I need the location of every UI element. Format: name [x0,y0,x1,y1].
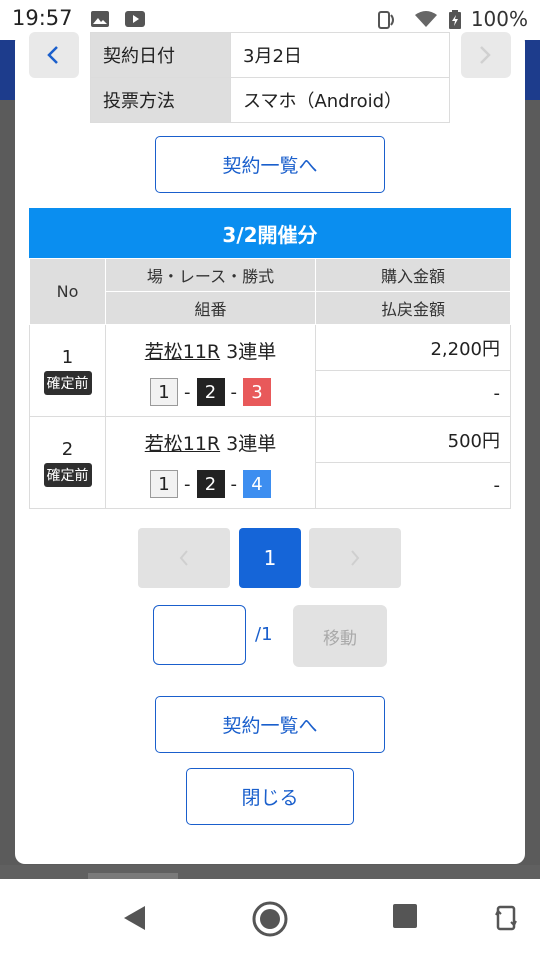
row-number: 2 [61,438,74,460]
prev-contract-button[interactable] [29,32,79,78]
row-number: 1 [61,346,74,368]
page-total: /1 [255,624,273,645]
info-row-date: 契約日付 3月2日 [90,32,450,78]
status-badge: 確定前 [43,462,92,487]
page-current-button[interactable]: 1 [239,528,301,588]
contract-list-button-bottom[interactable]: 契約一覧へ [155,696,385,753]
header-combo: 組番 [105,291,316,325]
header-purchase: 購入金額 [315,258,511,292]
status-time: 19:57 [12,6,73,30]
chevron-left-icon [47,46,58,64]
next-contract-button[interactable] [461,32,511,78]
race-cell: 若松11R 3連単 1 - 2 - 3 [105,324,316,417]
page-number-input[interactable] [153,605,246,665]
boat-number: 2 [196,470,225,498]
battery-percent: 100% [470,7,528,31]
boat-number: 3 [243,378,271,406]
table-row: 2 確定前 若松11R 3連単 1 - 2 - 4 500円 [29,416,511,509]
battery-icon [448,10,468,29]
table-row: 1 確定前 若松11R 3連単 1 - 2 - 3 2,200円 [29,324,511,417]
bet-type: 3連単 [226,433,277,455]
purchase-amount: 2,200円 [315,324,511,371]
combo: 1 - 2 - 4 [106,470,315,498]
table-header-row: No 場・レース・勝式 購入金額 [29,258,511,325]
race-cell: 若松11R 3連単 1 - 2 - 4 [105,416,316,509]
nfc-icon [376,10,396,29]
wifi-icon [414,10,437,28]
boat-number: 4 [243,470,271,498]
rotate-icon[interactable] [494,903,518,937]
system-nav-bar [0,879,540,960]
chevron-left-icon [179,550,188,566]
info-value: 3月2日 [230,32,450,78]
contract-info-table: 契約日付 3月2日 投票方法 スマホ（Android） [90,32,450,123]
info-label: 契約日付 [90,32,231,78]
youtube-icon [124,10,145,28]
home-icon[interactable] [252,901,288,941]
chevron-right-icon [480,46,491,64]
info-value: スマホ（Android） [230,77,450,123]
race-link[interactable]: 若松11R [145,341,220,363]
boat-number: 1 [150,470,178,498]
section-title: 3/2開催分 [29,208,511,258]
payout-amount: - [315,462,511,509]
header-race: 場・レース・勝式 [105,258,316,292]
page-prev-button[interactable] [138,528,230,588]
bet-type: 3連単 [226,341,277,363]
boat-number: 1 [150,378,178,406]
header-payout: 払戻金額 [315,291,511,325]
recents-icon[interactable] [392,903,418,933]
row-no-cell: 2 確定前 [29,416,106,509]
payout-amount: - [315,370,511,417]
move-button[interactable]: 移動 [293,605,387,667]
chevron-right-icon [351,550,360,566]
status-badge: 確定前 [43,370,92,395]
purchase-amount: 500円 [315,416,511,463]
info-label: 投票方法 [90,77,231,123]
backdrop-header-left [0,40,15,100]
backdrop-page [0,865,540,879]
back-icon[interactable] [120,903,148,937]
info-row-method: 投票方法 スマホ（Android） [90,77,450,123]
backdrop-header-right [525,40,540,100]
bet-table: No 場・レース・勝式 購入金額 組番 払戻金額 1 確定前 若松11R 3連単… [29,258,511,509]
boat-number: 2 [196,378,225,406]
contract-list-button-top[interactable]: 契約一覧へ [155,136,385,193]
close-button[interactable]: 閉じる [186,768,354,825]
race-link[interactable]: 若松11R [145,433,220,455]
header-no: No [29,258,106,325]
contract-detail-modal: 契約日付 3月2日 投票方法 スマホ（Android） 契約一覧へ 3/2開催分… [15,32,525,864]
page-next-button[interactable] [309,528,401,588]
row-no-cell: 1 確定前 [29,324,106,417]
gallery-icon [90,10,110,28]
combo: 1 - 2 - 3 [106,378,315,406]
